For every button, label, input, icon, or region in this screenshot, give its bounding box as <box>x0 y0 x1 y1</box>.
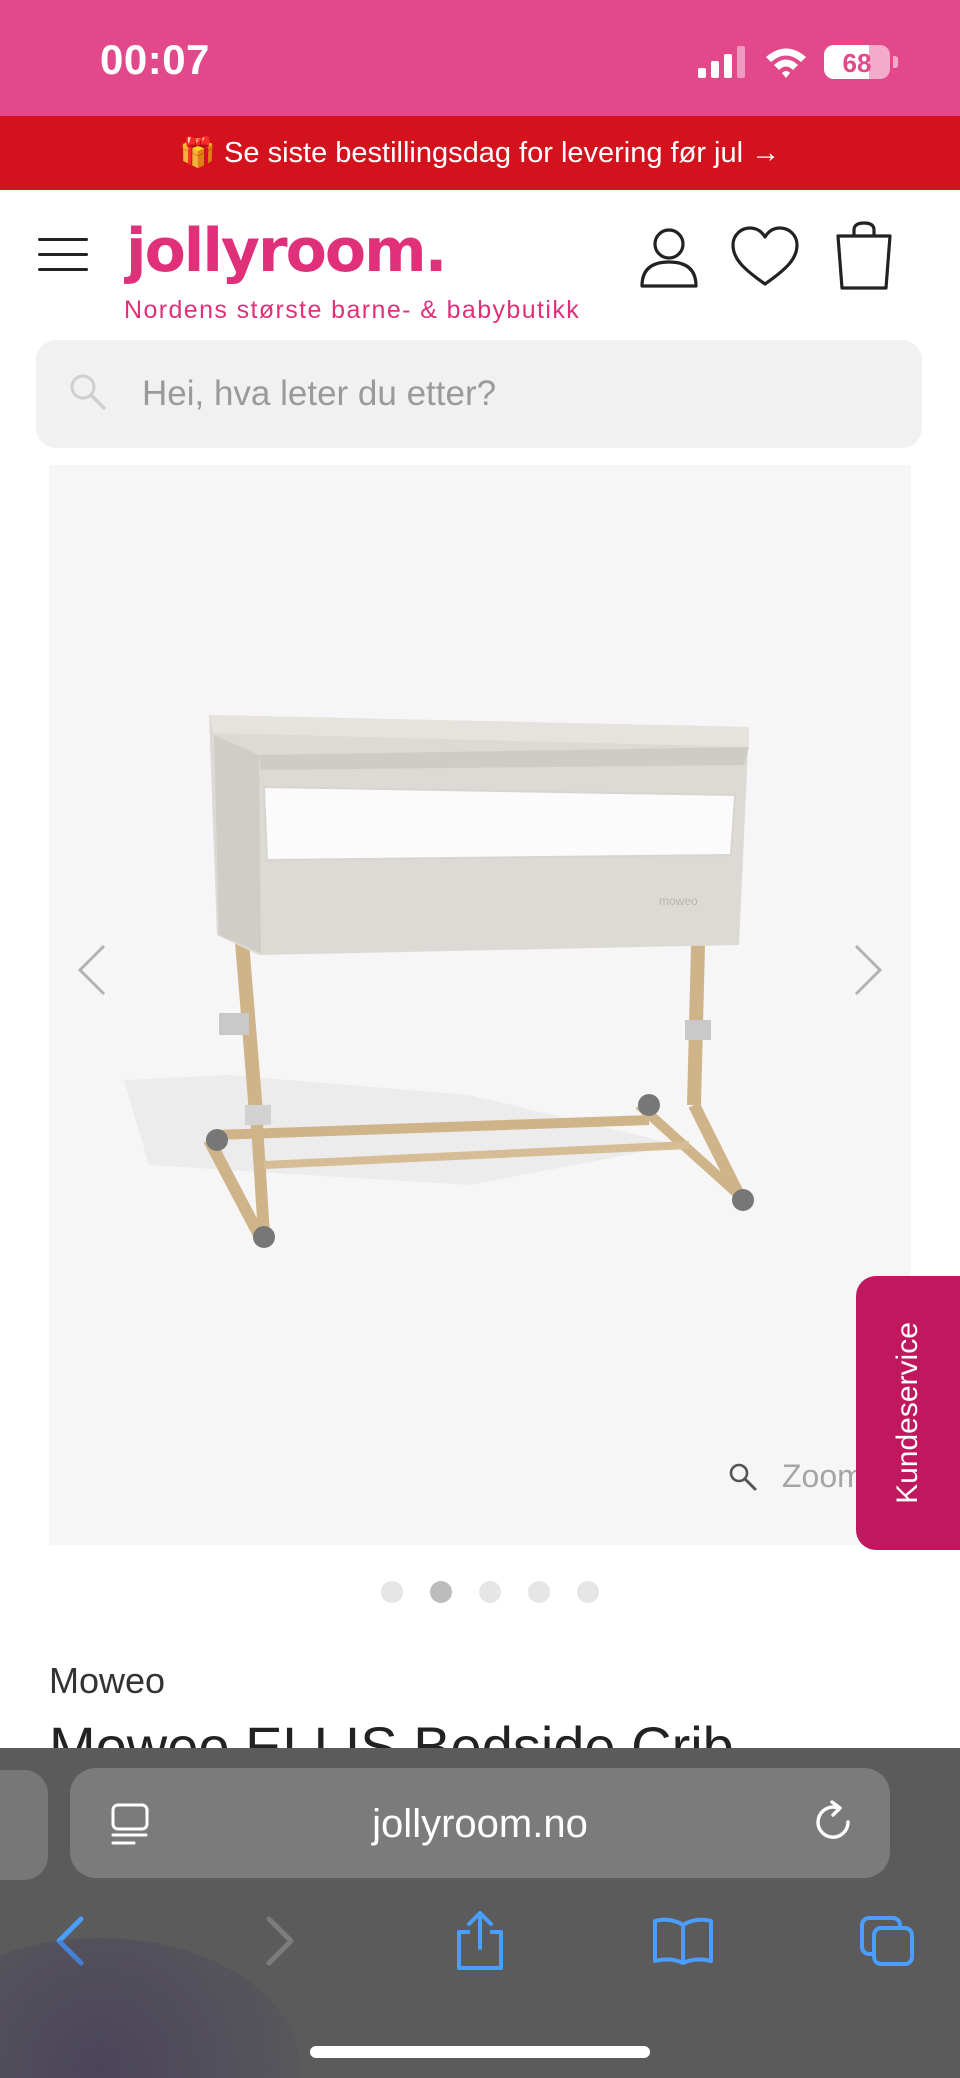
status-time: 00:07 <box>100 36 210 83</box>
promo-text: 🎁 Se siste bestillingsdag for levering f… <box>179 137 781 169</box>
back-button[interactable] <box>36 1906 106 1976</box>
gallery-dot-1[interactable] <box>381 1581 403 1603</box>
battery-cap <box>893 56 898 68</box>
back-icon <box>56 1916 84 1966</box>
address-url: jollyroom.no <box>372 1802 588 1846</box>
battery-indicator: 68 <box>824 45 890 79</box>
promo-banner[interactable]: 🎁 Se siste bestillingsdag for levering f… <box>0 116 960 190</box>
gallery-next-arrow[interactable] <box>848 940 888 1000</box>
gallery-prev-arrow[interactable] <box>72 940 112 1000</box>
share-button[interactable] <box>445 1906 515 1976</box>
customer-service-tab[interactable]: Kundeservice <box>856 1276 960 1550</box>
zoom-button[interactable]: Zoom <box>728 1458 864 1495</box>
svg-text:moweo: moweo <box>659 894 698 908</box>
customer-service-label: Kundeservice <box>891 1322 924 1504</box>
account-icon[interactable] <box>636 224 702 290</box>
home-indicator <box>310 2046 650 2058</box>
cart-bag-icon[interactable] <box>834 220 894 292</box>
search-placeholder: Hei, hva leter du etter? <box>142 374 497 413</box>
previous-tab-preview[interactable] <box>0 1770 48 1880</box>
share-icon <box>457 1911 503 1970</box>
wifi-icon <box>766 48 806 78</box>
tabs-button[interactable] <box>852 1906 922 1976</box>
menu-icon[interactable] <box>38 238 88 272</box>
forward-button[interactable] <box>244 1906 314 1976</box>
wishlist-heart-icon[interactable] <box>730 224 800 290</box>
address-bar[interactable]: jollyroom.no <box>70 1768 890 1878</box>
gallery-dot-2[interactable] <box>430 1581 452 1603</box>
zoom-magnifier-icon <box>729 1463 757 1490</box>
battery-percent: 68 <box>842 48 872 78</box>
product-image[interactable]: moweo <box>49 465 911 1545</box>
gallery-pagination <box>381 1581 599 1603</box>
site-tagline: Nordens største barne- & babybutikk <box>124 296 581 324</box>
product-brand[interactable]: Moweo <box>49 1660 165 1702</box>
bookmarks-button[interactable] <box>648 1906 718 1976</box>
forward-icon <box>266 1916 294 1966</box>
zoom-label: Zoom <box>782 1458 864 1494</box>
search-input[interactable]: Hei, hva leter du etter? <box>36 340 922 448</box>
gallery-dot-5[interactable] <box>577 1581 599 1603</box>
site-logo[interactable]: jollyroom. <box>126 216 447 286</box>
bookmarks-icon <box>653 1917 713 1965</box>
cellular-signal-icon <box>698 46 745 78</box>
site-header: jollyroom. Nordens største barne- & baby… <box>0 190 960 340</box>
gallery-dot-4[interactable] <box>528 1581 550 1603</box>
status-bar: 00:07 68 <box>0 0 960 116</box>
reload-icon[interactable] <box>812 1800 856 1846</box>
browser-toolbar: jollyroom.no <box>0 1748 960 2078</box>
bedside-crib-photo: moweo <box>124 715 754 1248</box>
tabs-icon <box>860 1916 914 1966</box>
search-icon <box>70 374 106 410</box>
status-icons: 68 <box>698 44 898 80</box>
gallery-dot-3[interactable] <box>479 1581 501 1603</box>
